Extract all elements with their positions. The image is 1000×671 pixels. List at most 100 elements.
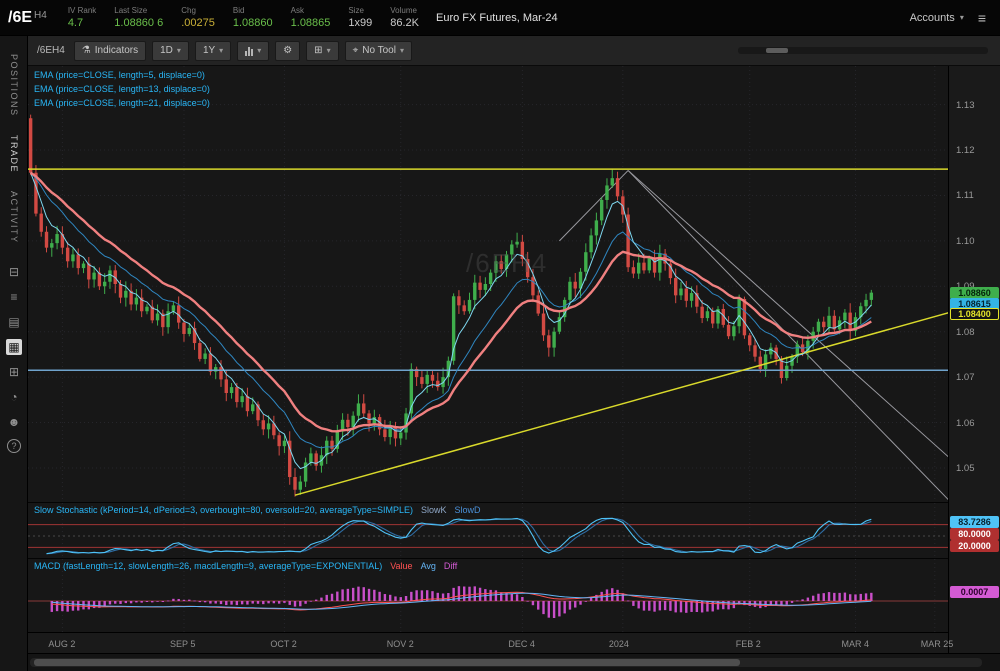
indicators-button-label: Indicators <box>95 45 138 56</box>
contacts-icon[interactable]: ☻ <box>6 414 22 430</box>
history-clock-icon[interactable]: ◔ <box>6 389 22 405</box>
legend-avg: Avg <box>421 561 436 571</box>
legend-slowd: SlowD <box>455 505 481 515</box>
quote-header: /6EH4 IV Rank 4.7 Last Size1.08860 6 Chg .00… <box>0 0 1000 36</box>
chevron-down-icon: ▾ <box>219 46 223 55</box>
study-labels: EMA (price=CLOSE, length=5, displace=0)E… <box>34 70 210 112</box>
time-axis-label: 2024 <box>609 639 629 649</box>
calculator-icon[interactable]: ⊟ <box>6 264 22 280</box>
layout-dropdown[interactable]: ⊞ ▾ <box>306 41 338 61</box>
stoch-bubble: 80.0000 <box>950 528 999 540</box>
chevron-down-icon: ▾ <box>257 46 261 55</box>
time-axis-label: MAR 25 <box>921 639 954 649</box>
macd-title: MACD (fastLength=12, slowLength=26, macd… <box>34 561 457 571</box>
quote-field: Last Size1.08860 6 <box>105 6 172 30</box>
symbol: /6E <box>8 9 32 26</box>
macd-bubble: 0.0007 <box>950 586 999 598</box>
price-chart-pane: EMA (price=CLOSE, length=5, displace=0)E… <box>28 66 948 502</box>
price-axis-label: 1.12 <box>956 145 975 156</box>
quote-field: Size 1x99 <box>339 6 381 30</box>
chart-type-dropdown[interactable]: ▾ <box>237 41 269 61</box>
price-axis-label: 1.06 <box>956 418 975 429</box>
study-label: EMA (price=CLOSE, length=21, displace=0) <box>34 98 210 108</box>
sidebar-tab-positions[interactable]: POSITIONS <box>9 54 19 117</box>
toolbar-scrollbar-thumb[interactable] <box>766 48 788 53</box>
stoch-bubble: 20.0000 <box>950 540 999 552</box>
chart-settings-button[interactable]: ⚙ <box>275 41 300 61</box>
quote-field-value: 4.7 <box>68 17 96 30</box>
quote-field: Volume 86.2K <box>381 6 428 30</box>
crosshair-icon: ⌖ <box>353 45 359 56</box>
quote-fields: IV Rank 4.7 Last Size1.08860 6 Chg .00275 Bid… <box>59 6 428 30</box>
price-axis-label: 1.10 <box>956 236 975 247</box>
scrollbar-thumb[interactable] <box>34 659 740 666</box>
sidebar-tab-activity[interactable]: ACTIVITY <box>9 191 19 244</box>
legend-value: Value <box>390 561 412 571</box>
price-axis[interactable]: 1.131.121.111.101.091.081.071.061.051.08… <box>948 66 1000 653</box>
study-title-text: Slow Stochastic (kPeriod=14, dPeriod=3, … <box>34 505 413 515</box>
quote-field-value: .00275 <box>181 17 215 30</box>
symbol-block: /6EH4 <box>8 9 47 27</box>
quote-field-value: 86.2K <box>390 17 419 30</box>
trading-platform: /6EH4 IV Rank 4.7 Last Size1.08860 6 Chg .00… <box>0 0 1000 671</box>
grid-layout-icon: ⊞ <box>314 45 322 56</box>
quote-field: Ask1.08865 <box>282 6 340 30</box>
study-title-text: MACD (fastLength=12, slowLength=26, macd… <box>34 561 382 571</box>
range-dropdown[interactable]: 1Y ▾ <box>195 41 231 61</box>
time-axis-label: AUG 2 <box>48 639 75 649</box>
price-axis-label: 1.05 <box>956 463 975 474</box>
chart-symbol-label: /6EH4 <box>34 45 68 56</box>
quote-field-label: Volume <box>390 6 419 15</box>
contract-description: Euro FX Futures, Mar-24 <box>436 12 558 24</box>
left-sidebar: POSITIONS TRADE ACTIVITY ⊟ ≡ ▤ ▦ ⊞ ◔ ☻? <box>0 36 28 671</box>
drawing-tool-dropdown[interactable]: ⌖ No Tool ▾ <box>345 41 412 61</box>
quote-field-label: Chg <box>181 6 215 15</box>
time-axis-label: MAR 4 <box>841 639 869 649</box>
indicators-button[interactable]: ⚗ Indicators <box>74 41 146 61</box>
legend-diff: Diff <box>444 561 457 571</box>
time-axis-label: FEB 2 <box>736 639 761 649</box>
apps-grid-icon[interactable]: ⊞ <box>6 364 22 380</box>
range-value: 1Y <box>203 45 215 56</box>
help-icon[interactable]: ? <box>7 439 21 453</box>
chart-type-icon <box>245 46 253 56</box>
scrollbar-track[interactable] <box>30 658 982 667</box>
menu-icon[interactable]: ≡ <box>972 10 992 26</box>
price-axis-label: 1.08 <box>956 327 975 338</box>
sidebar-tab-trade[interactable]: TRADE <box>9 135 19 173</box>
chevron-down-icon: ▾ <box>177 46 181 55</box>
price-chart-canvas[interactable] <box>28 66 948 502</box>
quote-field-label: IV Rank <box>68 6 96 15</box>
price-bubble: 1.08860 <box>950 287 999 299</box>
horizontal-scrollbar <box>28 653 1000 671</box>
quote-field-label: Bid <box>233 6 273 15</box>
accounts-label: Accounts <box>910 12 955 24</box>
stochastic-title: Slow Stochastic (kPeriod=14, dPeriod=3, … <box>34 505 481 515</box>
quote-field: Bid1.08860 <box>224 6 282 30</box>
quote-field-value: 1.08860 6 <box>114 17 163 30</box>
quote-field: Chg .00275 <box>172 6 224 30</box>
time-axis[interactable]: AUG 2SEP 5OCT 2NOV 2DEC 42024FEB 2MAR 4M… <box>28 632 948 653</box>
quote-field-label: Size <box>348 6 372 15</box>
timeframe-badge: H4 <box>34 10 47 21</box>
working-orders-icon[interactable]: ≡ <box>6 289 22 305</box>
drawing-tool-label: No Tool <box>362 45 396 56</box>
chart-watermark: /6EH4 <box>466 248 548 279</box>
quote-field: IV Rank 4.7 <box>59 6 105 30</box>
aggregation-dropdown[interactable]: 1D ▾ <box>152 41 189 61</box>
time-axis-label: DEC 4 <box>508 639 535 649</box>
accounts-dropdown[interactable]: Accounts ▾ <box>902 8 972 28</box>
study-label: EMA (price=CLOSE, length=13, displace=0) <box>34 84 210 94</box>
macd-pane: MACD (fastLength=12, slowLength=26, macd… <box>28 558 948 632</box>
price-bubble: 1.08400 <box>950 308 999 320</box>
ledger-icon[interactable]: ▤ <box>6 314 22 330</box>
quote-field-label: Ask <box>291 6 331 15</box>
chart-icon[interactable]: ▦ <box>6 339 22 355</box>
price-axis-label: 1.07 <box>956 372 975 383</box>
chart-toolbar: /6EH4 ⚗ Indicators 1D ▾ 1Y ▾ ▾ ⚙ ⊞ ▾ ⌖ N… <box>28 36 1000 66</box>
quote-field-value: 1x99 <box>348 17 372 30</box>
price-axis-label: 1.13 <box>956 100 975 111</box>
chevron-down-icon: ▾ <box>327 46 331 55</box>
toolbar-scrollbar[interactable] <box>738 47 988 54</box>
chevron-down-icon: ▾ <box>400 46 404 55</box>
